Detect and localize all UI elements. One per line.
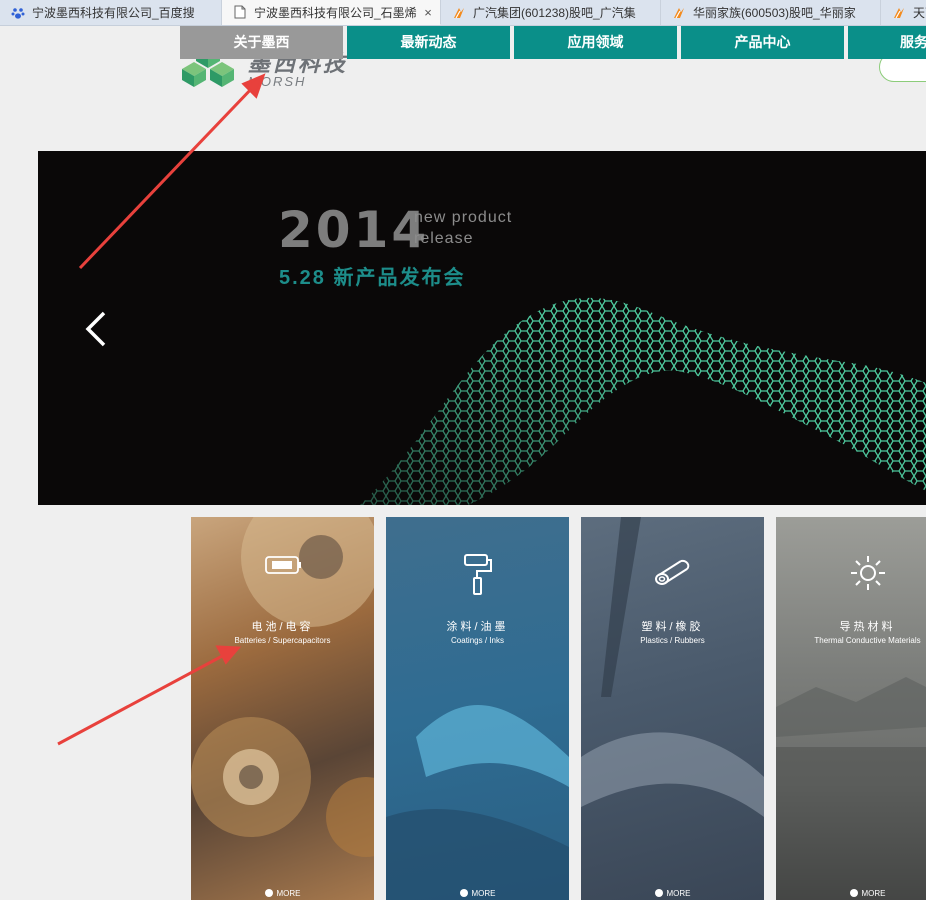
card-title-cn: 电池/电容: [251, 621, 314, 633]
card-coatings[interactable]: 涂料/油墨 Coatings / Inks MORE: [386, 517, 569, 900]
browser-tab[interactable]: 广汽集团(601238)股吧_广汽集: [441, 0, 661, 25]
banner-year: 2014: [278, 201, 430, 259]
nav-item-about[interactable]: 关于墨西: [180, 26, 343, 59]
tab-title: 宁波墨西科技有限公司_百度搜: [32, 6, 195, 20]
more-label: MORE: [471, 889, 496, 898]
hero-banner: 2014 new product release 5.28 新产品发布会: [38, 151, 926, 505]
card-title-cn: 涂料/油墨: [446, 621, 509, 633]
battery-icon: [263, 553, 303, 582]
card-thermal[interactable]: 导热材料 Thermal Conductive Materials MORE: [776, 517, 926, 900]
more-link[interactable]: MORE: [191, 889, 374, 898]
browser-tab[interactable]: 华丽家族(600503)股吧_华丽家: [661, 0, 881, 25]
stock-bar-icon: [891, 5, 907, 21]
more-link[interactable]: MORE: [776, 889, 926, 898]
card-title-en: Plastics / Rubbers: [640, 636, 705, 645]
browser-tab[interactable]: 天下: [881, 0, 926, 25]
more-link[interactable]: MORE: [581, 889, 764, 898]
card-title-cn: 塑料/橡胶: [641, 621, 704, 633]
chevron-left-icon[interactable]: [76, 309, 116, 349]
graphene-mesh-image: [360, 297, 926, 505]
web-page: 墨西科技 MORSH 关于墨西 最新动态 应用领域 产品中心 服务 2014 n…: [0, 26, 926, 900]
nav-item-services[interactable]: 服务: [848, 26, 926, 59]
nav-item-news[interactable]: 最新动态: [347, 26, 510, 59]
tab-title: 宁波墨西科技有限公司_石墨烯: [254, 5, 417, 20]
pipe-icon: [651, 553, 695, 592]
card-title-en: Coatings / Inks: [451, 636, 504, 645]
nav-item-products[interactable]: 产品中心: [681, 26, 844, 59]
card-batteries[interactable]: 电池/电容 Batteries / Supercapacitors MORE: [191, 517, 374, 900]
browser-tab-active[interactable]: 宁波墨西科技有限公司_石墨烯 ×: [222, 0, 441, 25]
tab-title: 华丽家族(600503)股吧_华丽家: [693, 6, 856, 20]
card-plastics[interactable]: 塑料/橡胶 Plastics / Rubbers MORE: [581, 517, 764, 900]
banner-event-title: 5.28 新产品发布会: [279, 267, 466, 289]
logo-text-en: MORSH: [248, 74, 307, 89]
banner-tagline-2: release: [414, 230, 474, 247]
dot-icon: [459, 889, 468, 897]
browser-tab-bar: 宁波墨西科技有限公司_百度搜 宁波墨西科技有限公司_石墨烯 × 广汽集团(601…: [0, 0, 926, 26]
stock-bar-icon: [451, 5, 467, 21]
sun-icon: [848, 553, 888, 598]
more-label: MORE: [666, 889, 691, 898]
card-title-en: Thermal Conductive Materials: [814, 636, 921, 645]
paint-roller-icon: [463, 553, 493, 602]
browser-tab[interactable]: 宁波墨西科技有限公司_百度搜: [0, 0, 222, 25]
dot-icon: [264, 889, 273, 897]
dot-icon: [654, 889, 663, 897]
more-label: MORE: [276, 889, 301, 898]
card-title-cn: 导热材料: [839, 621, 896, 633]
page-icon: [232, 4, 248, 20]
baidu-paw-icon: [10, 5, 26, 21]
card-title-en: Batteries / Supercapacitors: [234, 636, 331, 645]
more-label: MORE: [861, 889, 886, 898]
nav-item-applications[interactable]: 应用领域: [514, 26, 677, 59]
tab-title: 广汽集团(601238)股吧_广汽集: [473, 6, 636, 20]
dot-icon: [849, 889, 858, 897]
banner-tagline: new product: [414, 209, 513, 226]
close-icon[interactable]: ×: [420, 5, 436, 20]
more-link[interactable]: MORE: [386, 889, 569, 898]
stock-bar-icon: [671, 5, 687, 21]
tab-title: 天下: [913, 6, 926, 20]
